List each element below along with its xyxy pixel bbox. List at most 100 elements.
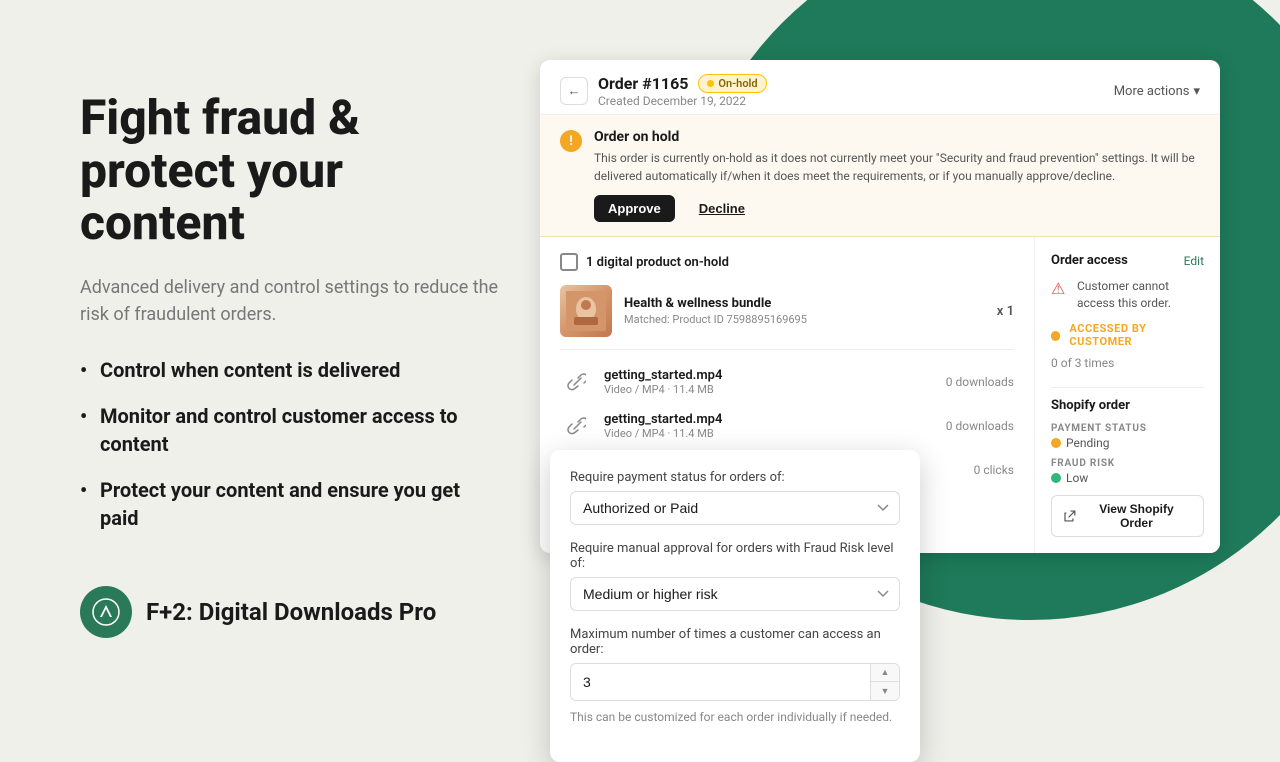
view-shopify-label: View Shopify Order [1082, 502, 1191, 530]
more-actions-button[interactable]: More actions ▾ [1114, 84, 1200, 99]
view-shopify-button[interactable]: View Shopify Order [1051, 495, 1204, 537]
right-panel: ← Order #1165 On-hold Created December 1… [560, 0, 1280, 720]
bullet-3: Protect your content and ensure you get … [80, 476, 500, 532]
payment-status-field: PAYMENT STATUS Pending [1051, 423, 1204, 450]
order-date: Created December 19, 2022 [598, 94, 767, 108]
product-image-inner [560, 285, 612, 337]
file-downloads-2: 0 downloads [946, 419, 1014, 433]
file-info-2: getting_started.mp4 Video / MP4 · 11.4 M… [604, 412, 934, 440]
file-name-1: getting_started.mp4 [604, 368, 934, 383]
file-downloads-3: 0 clicks [974, 463, 1014, 477]
file-link-icon-2 [560, 410, 592, 442]
sub-heading: Advanced delivery and control settings t… [80, 274, 500, 328]
payment-status-value: Pending [1051, 436, 1204, 450]
order-number: Order #1165 [598, 74, 688, 93]
file-info-1: getting_started.mp4 Video / MP4 · 11.4 M… [604, 368, 934, 396]
order-sidebar: Order access Edit ⚠ Customer cannot acce… [1035, 237, 1220, 553]
access-text: Customer cannot access this order. [1077, 278, 1204, 312]
access-count-input-wrap: ▲ ▼ [570, 663, 900, 701]
shopify-title: Shopify order [1051, 398, 1204, 413]
ui-screenshot: ← Order #1165 On-hold Created December 1… [540, 60, 1220, 553]
products-title: 1 digital product on-hold [586, 255, 729, 270]
access-warning: ⚠ Customer cannot access this order. [1051, 278, 1204, 312]
left-panel: Fight fraud & protect your content Advan… [0, 0, 560, 720]
accessed-dot-icon [1051, 331, 1060, 341]
file-row-1: getting_started.mp4 Video / MP4 · 11.4 M… [560, 360, 1014, 404]
bullet-list: Control when content is delivered Monito… [80, 356, 500, 550]
settings-dropdown-popup: Require payment status for orders of: Au… [550, 450, 920, 762]
product-image [560, 285, 612, 337]
fraud-risk-value: Low [1051, 471, 1204, 485]
warning-content: Order on hold This order is currently on… [594, 129, 1200, 222]
payment-status-select[interactable]: Authorized or Paid Paid only Any status [570, 491, 900, 525]
order-access-title: Order access [1051, 253, 1128, 268]
back-button[interactable]: ← [560, 77, 588, 105]
chevron-down-icon: ▾ [1193, 84, 1200, 99]
access-count-field: Maximum number of times a customer can a… [570, 627, 900, 726]
order-access-section: Order access Edit ⚠ Customer cannot acce… [1051, 253, 1204, 371]
product-info: Health & wellness bundle Matched: Produc… [624, 296, 985, 326]
file-row-2: getting_started.mp4 Video / MP4 · 11.4 M… [560, 404, 1014, 448]
status-badge: On-hold [698, 74, 766, 93]
spinner-up-button[interactable]: ▲ [871, 664, 899, 682]
main-heading: Fight fraud & protect your content [80, 92, 500, 250]
fraud-risk-text: Low [1066, 471, 1088, 485]
approve-button[interactable]: Approve [594, 195, 675, 222]
edit-link[interactable]: Edit [1184, 254, 1204, 268]
payment-dot-icon [1051, 438, 1061, 448]
order-header: ← Order #1165 On-hold Created December 1… [540, 60, 1220, 115]
warning-title: Order on hold [594, 129, 1200, 145]
brand-name: F+2: Digital Downloads Pro [146, 598, 436, 626]
shopify-section: Shopify order PAYMENT STATUS Pending FRA… [1051, 398, 1204, 537]
fraud-dropdown-label: Require manual approval for orders with … [570, 541, 900, 571]
divider [560, 349, 1014, 350]
payment-status-text: Pending [1066, 436, 1110, 450]
warning-banner: ! Order on hold This order is currently … [540, 115, 1220, 237]
file-meta-1: Video / MP4 · 11.4 MB [604, 383, 934, 396]
more-actions-label: More actions [1114, 84, 1190, 99]
warning-actions: Approve Decline [594, 195, 1200, 222]
spinner-controls: ▲ ▼ [870, 664, 899, 700]
order-access-header: Order access Edit [1051, 253, 1204, 268]
external-link-icon [1064, 510, 1076, 522]
file-name-2: getting_started.mp4 [604, 412, 934, 427]
access-count-label: Maximum number of times a customer can a… [570, 627, 900, 657]
brand-logo-icon [80, 586, 132, 638]
warning-triangle-icon: ⚠ [1051, 279, 1069, 297]
order-title-row: Order #1165 On-hold [598, 74, 767, 93]
accessed-label: ACCESSED BY CUSTOMER [1069, 322, 1204, 348]
payment-dropdown-label: Require payment status for orders of: [570, 470, 900, 485]
file-downloads-1: 0 downloads [946, 375, 1014, 389]
fraud-dropdown-field: Require manual approval for orders with … [570, 541, 900, 611]
payment-status-label: PAYMENT STATUS [1051, 423, 1204, 434]
product-row: Health & wellness bundle Matched: Produc… [560, 285, 1014, 337]
accessed-section: ACCESSED BY CUSTOMER 0 of 3 times [1051, 322, 1204, 371]
accessed-count: 0 of 3 times [1051, 356, 1114, 370]
product-icon [560, 253, 578, 271]
warning-text: This order is currently on-hold as it do… [594, 149, 1200, 185]
fraud-risk-label: FRAUD RISK [1051, 458, 1204, 469]
decline-button[interactable]: Decline [685, 195, 759, 222]
products-header: 1 digital product on-hold [560, 253, 1014, 271]
helper-text: This can be customized for each order in… [570, 709, 900, 726]
file-meta-2: Video / MP4 · 11.4 MB [604, 427, 934, 440]
sidebar-divider [1051, 387, 1204, 388]
fraud-risk-select[interactable]: Medium or higher risk High risk only Any… [570, 577, 900, 611]
warning-icon: ! [560, 130, 582, 152]
brand-footer: F+2: Digital Downloads Pro [80, 586, 500, 638]
payment-dropdown-field: Require payment status for orders of: Au… [570, 470, 900, 525]
product-name: Health & wellness bundle [624, 296, 985, 311]
bullet-2: Monitor and control customer access to c… [80, 402, 500, 458]
order-title-group: Order #1165 On-hold Created December 19,… [598, 74, 767, 108]
spinner-down-button[interactable]: ▼ [871, 682, 899, 700]
bullet-1: Control when content is delivered [80, 356, 500, 384]
product-qty: x 1 [997, 304, 1014, 319]
file-link-icon [560, 366, 592, 398]
status-label: On-hold [718, 77, 757, 90]
fraud-risk-field: FRAUD RISK Low [1051, 458, 1204, 485]
product-meta: Matched: Product ID 7598895169695 [624, 313, 985, 326]
status-dot-icon [707, 80, 714, 87]
fraud-dot-icon [1051, 473, 1061, 483]
access-count-input[interactable] [571, 664, 870, 700]
order-header-left: ← Order #1165 On-hold Created December 1… [560, 74, 767, 108]
